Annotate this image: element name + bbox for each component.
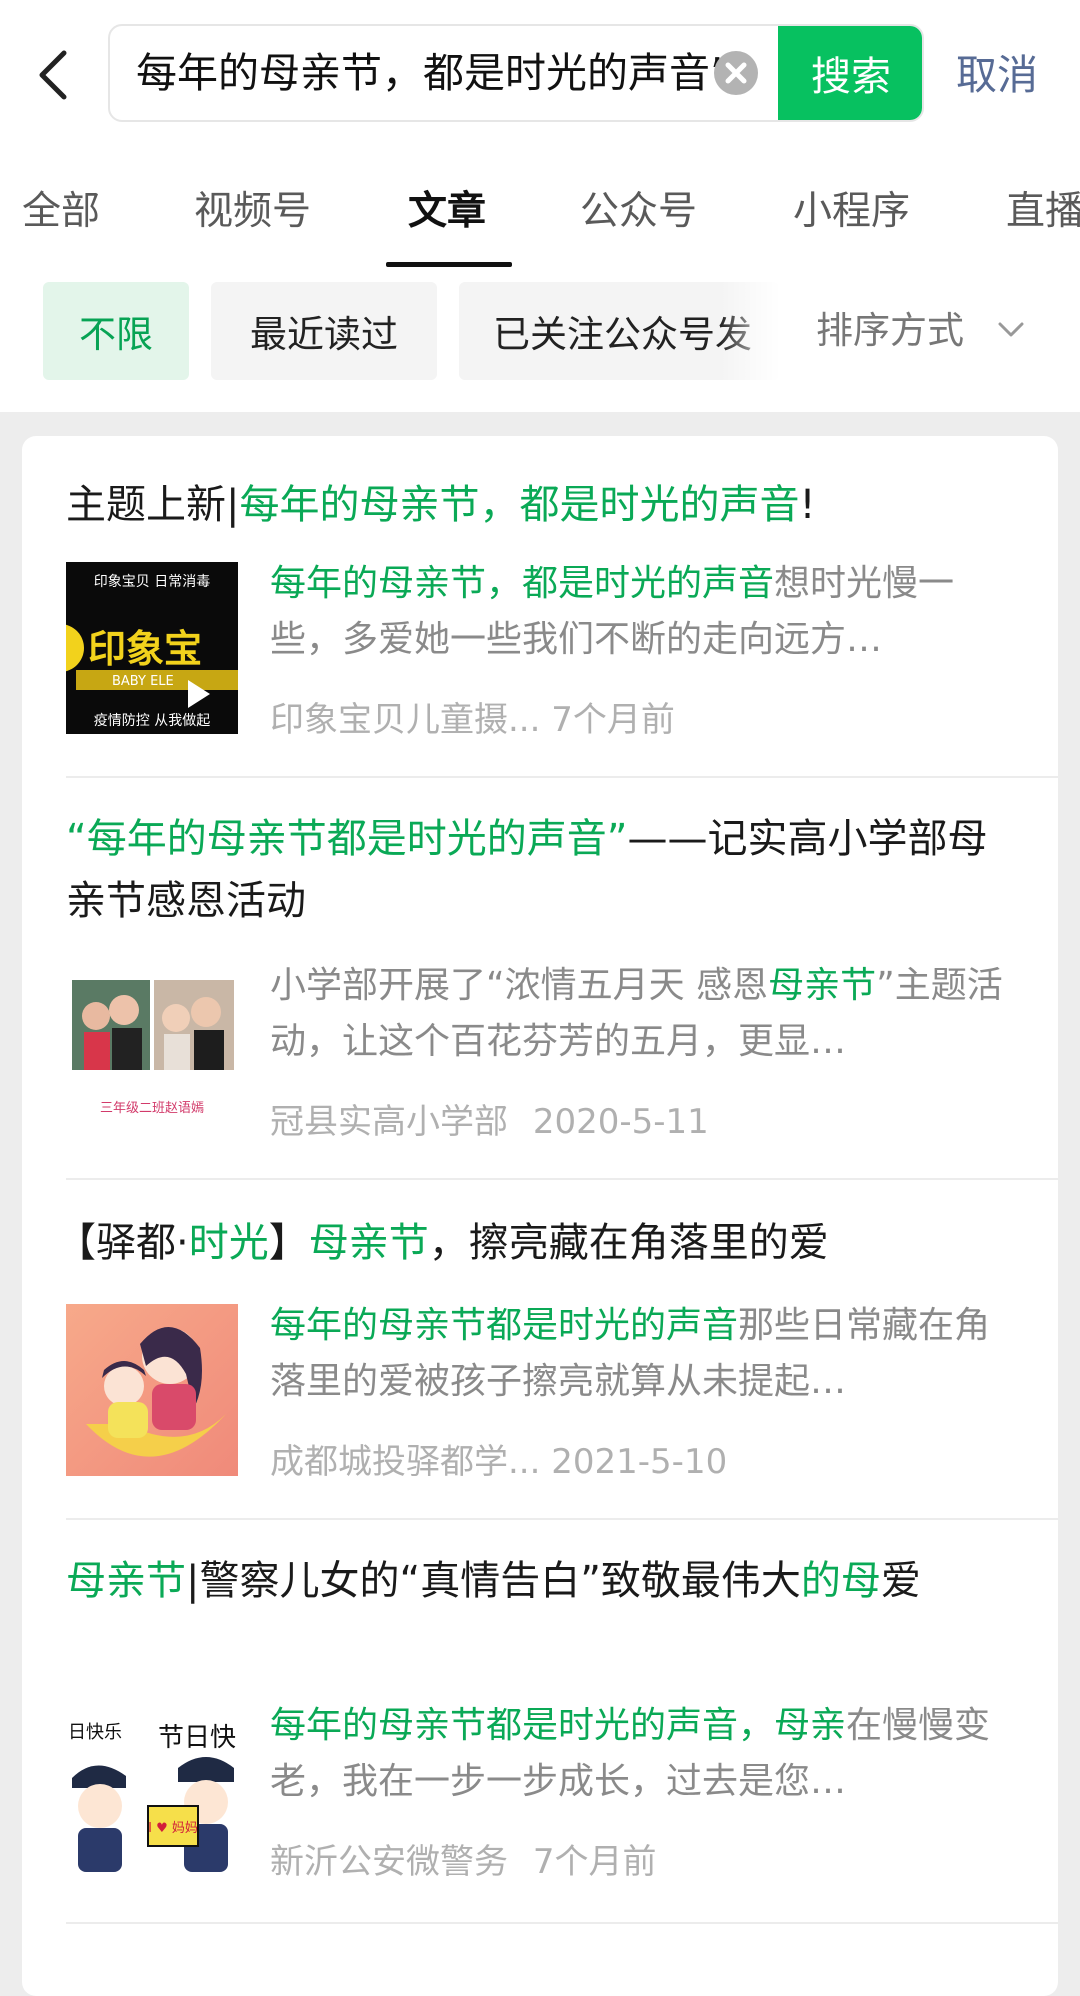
result-source[interactable]: 冠县实高小学部 — [270, 1102, 508, 1142]
results-list: 主题上新|每年的母亲节，都是时光的声音! 印象宝贝 日常消毒 印象宝 BABY … — [22, 436, 1058, 1996]
result-title[interactable]: 【驿都·时光】母亲节，擦亮藏在角落里的爱 — [56, 1212, 1006, 1274]
title-highlight: 母亲节 — [308, 1220, 429, 1266]
clear-search-button[interactable] — [714, 51, 758, 95]
result-snippet: 每年的母亲节，都是时光的声音想时光慢一些，多爱她一些我们不断的走向远方… — [270, 556, 1020, 668]
title-text: ，擦亮藏在角落里的爱 — [428, 1220, 829, 1266]
thumb-caption: 节日快 — [158, 1723, 236, 1753]
result-item[interactable]: 主题上新|每年的母亲节，都是时光的声音! 印象宝贝 日常消毒 印象宝 BABY … — [22, 436, 1058, 778]
title-text: |警察儿女的“真情告白”致敬最伟大 — [186, 1558, 801, 1604]
tab-mini-programs[interactable]: 小程序 — [793, 182, 910, 242]
illustration-thumbnail-art — [66, 1304, 238, 1476]
tab-articles[interactable]: 文章 — [408, 182, 486, 242]
title-highlight: 时光 — [188, 1220, 269, 1266]
cancel-button[interactable]: 取消 — [956, 42, 1038, 108]
video-thumbnail[interactable]: 印象宝贝 日常消毒 印象宝 BABY ELE 疫情防控 从我做起 — [66, 562, 238, 734]
result-source[interactable]: 成都城投驿都学... — [270, 1442, 540, 1482]
result-date: 7个月前 — [551, 700, 675, 740]
result-snippet: 每年的母亲节都是时光的声音，母亲在慢慢变老，我在一步一步成长，过去是您… — [270, 1698, 1020, 1810]
title-text: ! — [799, 482, 816, 528]
result-meta: 新沂公安微警务 7个月前 — [270, 1834, 656, 1883]
result-date: 7个月前 — [532, 1842, 657, 1882]
title-highlight: 每年的母亲节，都是时光的声音 — [239, 482, 800, 528]
result-title[interactable]: 母亲节|警察儿女的“真情告白”致敬最伟大的母爱 — [66, 1550, 1016, 1680]
filter-fade — [720, 282, 780, 380]
result-item[interactable]: “每年的母亲节都是时光的声音”——记实高小学部母亲节感恩活动 三年级二班赵语嫣 … — [22, 778, 1058, 1180]
result-snippet: 小学部开展了“浓情五月天 感恩母亲节”主题活动，让这个百花芬芳的五月，更显… — [270, 958, 1020, 1070]
title-highlight: 的母 — [800, 1558, 881, 1604]
active-tab-indicator — [386, 262, 512, 267]
result-snippet: 每年的母亲节都是时光的声音那些日常藏在角落里的爱被孩子擦亮就算从未提起… — [270, 1298, 1020, 1410]
title-highlight: “每年的母亲节都是时光的声音” — [66, 816, 628, 862]
close-icon — [725, 62, 747, 84]
tab-all[interactable]: 全部 — [22, 182, 100, 242]
result-item[interactable]: 母亲节|警察儿女的“真情告白”致敬最伟大的母爱 日快乐 节日快 I ♥ 妈妈 每… — [22, 1520, 1058, 1924]
filter-recently-read[interactable]: 最近读过 — [211, 282, 437, 380]
result-meta: 冠县实高小学部 2020-5-11 — [270, 1094, 709, 1143]
snippet-text: 小学部开展了“浓情五月天 感恩 — [270, 965, 769, 1006]
result-title[interactable]: 主题上新|每年的母亲节，都是时光的声音! — [66, 474, 1016, 536]
back-button[interactable] — [28, 42, 78, 108]
result-title[interactable]: “每年的母亲节都是时光的声音”——记实高小学部母亲节感恩活动 — [66, 808, 1016, 938]
title-text: 【驿都· — [56, 1220, 189, 1266]
tab-live[interactable]: 直播 — [1006, 182, 1080, 242]
thumb-brand: BABY ELE — [112, 674, 174, 689]
illustration-thumbnail[interactable] — [66, 1304, 238, 1476]
result-meta: 成都城投驿都学... 2021-5-10 — [270, 1434, 727, 1483]
sort-dropdown[interactable]: 排序方式 — [816, 282, 964, 380]
snippet-highlight: 每年的母亲节，都是时光的声音 — [270, 563, 775, 604]
title-text: 主题上新| — [66, 482, 240, 528]
result-date: 2021-5-10 — [551, 1442, 728, 1482]
title-text: 爱 — [880, 1558, 921, 1604]
snippet-highlight: 每年的母亲节都是时光的声音 — [270, 1305, 739, 1346]
result-date: 2020-5-11 — [532, 1102, 709, 1142]
search-button[interactable]: 搜索 — [778, 26, 922, 120]
thumb-caption: I ♥ 妈妈 — [148, 1821, 198, 1836]
video-thumbnail-art: 印象宝贝 日常消毒 印象宝 BABY ELE 疫情防控 从我做起 — [66, 562, 238, 734]
photo-thumbnail[interactable]: 三年级二班赵语嫣 — [66, 966, 238, 1138]
thumb-caption: 疫情防控 从我做起 — [94, 713, 210, 729]
tab-official-accounts[interactable]: 公众号 — [580, 182, 697, 242]
thumb-caption: 日快乐 — [68, 1722, 122, 1743]
result-item[interactable]: 【驿都·时光】母亲节，擦亮藏在角落里的爱 每年的母亲节都是时光的声音那些日常藏在… — [22, 1180, 1058, 1520]
result-source[interactable]: 印象宝贝儿童摄... — [270, 700, 540, 740]
search-box[interactable]: 每年的母亲节，都是时光的声音” 搜索 — [108, 24, 924, 122]
thumb-caption: 三年级二班赵语嫣 — [100, 1101, 204, 1116]
snippet-highlight: 母亲节 — [768, 965, 877, 1006]
divider — [66, 1922, 1058, 1924]
chevron-down-icon[interactable] — [998, 316, 1024, 342]
filter-bar: 不限 最近读过 已关注公众号发 排序方式 — [0, 282, 1080, 382]
tab-channels[interactable]: 视频号 — [194, 182, 311, 242]
result-source[interactable]: 新沂公安微警务 — [270, 1842, 508, 1882]
chevron-left-icon — [39, 50, 67, 100]
cartoon-thumbnail[interactable]: 日快乐 节日快 I ♥ 妈妈 — [66, 1710, 238, 1882]
thumb-logo-text: 印象宝 — [88, 627, 202, 671]
title-highlight: 母亲节 — [66, 1558, 186, 1604]
photo-thumbnail-art: 三年级二班赵语嫣 — [66, 966, 238, 1138]
cartoon-thumbnail-art: 日快乐 节日快 I ♥ 妈妈 — [66, 1710, 238, 1882]
category-tabs: 全部 视频号 文章 公众号 小程序 直播 — [0, 170, 1080, 270]
title-text: 】 — [268, 1220, 309, 1266]
snippet-highlight: 每年的母亲节都是时光的声音，母亲 — [270, 1705, 847, 1746]
filter-unlimited[interactable]: 不限 — [43, 282, 189, 380]
thumb-caption: 印象宝贝 日常消毒 — [94, 574, 210, 590]
result-meta: 印象宝贝儿童摄... 7个月前 — [270, 692, 675, 741]
search-header: 每年的母亲节，都是时光的声音” 搜索 取消 全部 视频号 文章 公众号 小程序 … — [0, 0, 1080, 412]
